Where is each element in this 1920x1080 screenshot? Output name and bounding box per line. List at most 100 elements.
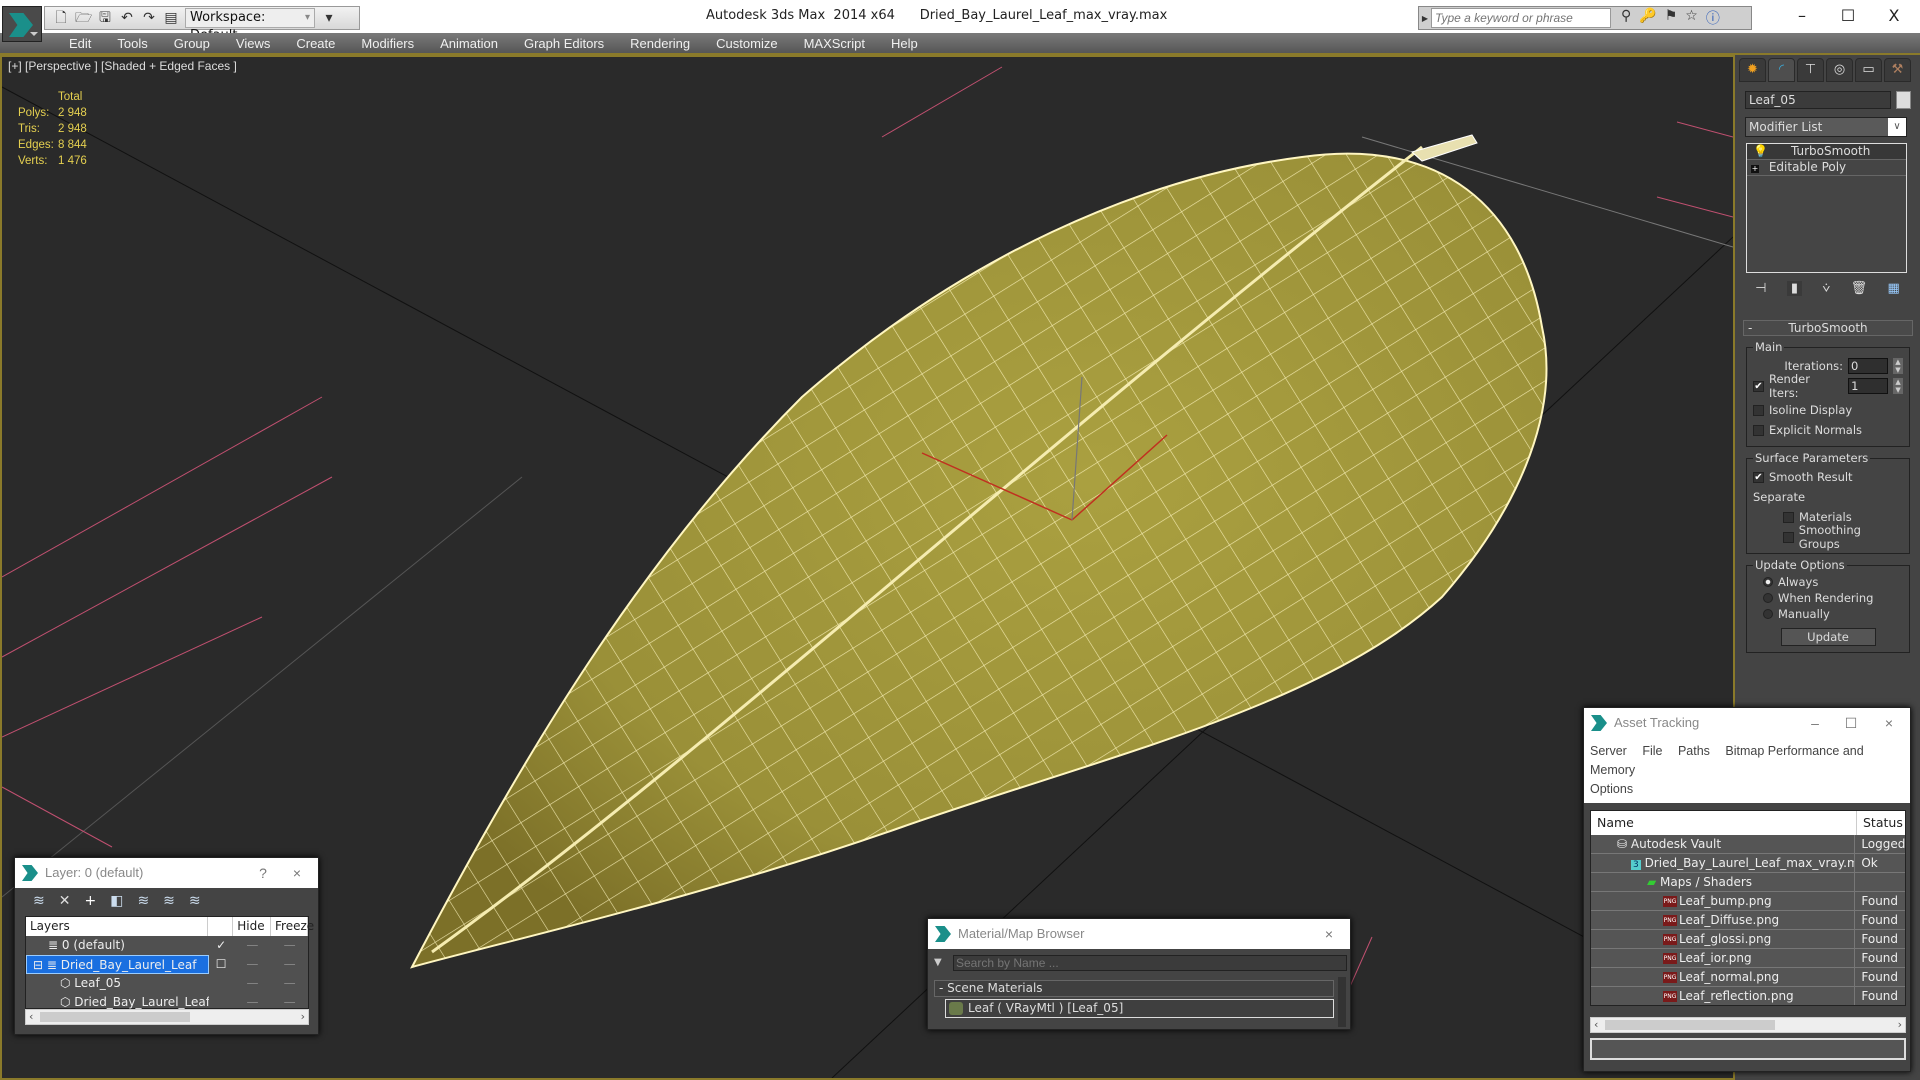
horizontal-scrollbar[interactable]: ‹ › xyxy=(25,1009,309,1025)
binoculars-icon[interactable]: ⚲ xyxy=(1621,8,1631,28)
select-layer-icon[interactable]: ≋ xyxy=(137,893,149,909)
minimize-button[interactable]: – xyxy=(1800,708,1830,738)
highlight-layer-icon[interactable]: ≋ xyxy=(163,893,175,909)
motion-tab[interactable]: ◎ xyxy=(1826,58,1853,82)
hide-toggle[interactable]: — xyxy=(234,936,272,955)
column-header-layers[interactable]: Layers xyxy=(26,917,209,936)
scene-materials-section[interactable]: - Scene Materials xyxy=(934,980,1334,997)
search-by-name-input[interactable] xyxy=(953,955,1347,971)
horizontal-scrollbar[interactable]: ‹ › xyxy=(1590,1017,1906,1033)
asset-tracking-titlebar[interactable]: Asset Tracking – ☐ × xyxy=(1584,708,1910,738)
freeze-toggle[interactable]: — xyxy=(271,936,308,955)
freeze-toggle[interactable]: — xyxy=(271,955,308,974)
menu-paths[interactable]: Paths xyxy=(1678,744,1710,758)
minimize-button[interactable]: – xyxy=(1782,4,1822,28)
make-unique-icon[interactable]: ⩒ xyxy=(1822,281,1830,296)
scroll-right-icon[interactable]: › xyxy=(301,1010,305,1024)
always-radio[interactable] xyxy=(1763,577,1773,587)
customize-toolbar-icon[interactable]: ▾ xyxy=(321,10,337,26)
render-iters-checkbox[interactable]: ✔ xyxy=(1753,380,1764,392)
smooth-result-checkbox[interactable]: ✔ xyxy=(1753,471,1764,483)
display-tab[interactable]: ▭ xyxy=(1855,58,1882,82)
stack-item-turbosmooth[interactable]: 💡 TurboSmooth xyxy=(1747,144,1906,160)
menu-views[interactable]: Views xyxy=(223,33,283,53)
select-objects-icon[interactable]: ◧ xyxy=(110,893,123,909)
vertical-scrollbar[interactable] xyxy=(1338,977,1346,1027)
menu-graph-editors[interactable]: Graph Editors xyxy=(511,33,617,53)
column-header-freeze[interactable]: Freeze xyxy=(271,917,314,936)
maximize-button[interactable]: ☐ xyxy=(1828,4,1868,28)
smoothing-groups-checkbox[interactable] xyxy=(1783,531,1794,543)
scroll-left-icon[interactable]: ‹ xyxy=(1594,1018,1598,1032)
asset-row[interactable]: 3 Dried_Bay_Laurel_Leaf_max_vray.max Ok xyxy=(1591,854,1905,873)
menu-tools[interactable]: Tools xyxy=(104,33,160,53)
add-to-layer-icon[interactable]: + xyxy=(84,893,96,909)
hide-toggle[interactable]: — xyxy=(234,955,272,974)
menu-customize[interactable]: Customize xyxy=(703,33,790,53)
material-item[interactable]: Leaf ( VRayMtl ) [Leaf_05] xyxy=(945,999,1334,1018)
object-row[interactable]: ⬡ Leaf_05 — — xyxy=(26,974,308,993)
asset-row[interactable]: PNG Leaf_Diffuse.png Found xyxy=(1591,911,1905,930)
freeze-toggle[interactable]: — xyxy=(271,974,308,993)
save-icon[interactable]: 🖫 xyxy=(97,10,113,26)
menu-bitmap-performance[interactable]: Bitmap Performance and Memory xyxy=(1590,744,1864,777)
project-icon[interactable]: ▤ xyxy=(163,10,179,26)
render-iters-spinner[interactable]: 1 xyxy=(1848,378,1889,394)
update-button[interactable]: Update xyxy=(1780,628,1876,646)
undo-icon[interactable]: ↶ xyxy=(119,10,135,26)
key-icon[interactable]: 🔑 xyxy=(1639,8,1656,28)
redo-icon[interactable]: ↷ xyxy=(141,10,157,26)
rollout-header[interactable]: - TurboSmooth xyxy=(1743,320,1913,336)
when-rendering-radio[interactable] xyxy=(1763,593,1773,603)
collapse-icon[interactable]: ⊟ xyxy=(33,958,47,972)
asset-row[interactable]: ⛁ Autodesk Vault Logged Out xyxy=(1591,835,1905,854)
expand-search-icon[interactable]: ▶ xyxy=(1419,14,1431,23)
modify-tab[interactable]: ◜ xyxy=(1768,58,1795,82)
close-button[interactable]: × xyxy=(1874,708,1904,738)
asset-path-field[interactable] xyxy=(1590,1038,1906,1060)
keyword-search-input[interactable] xyxy=(1431,8,1611,28)
layer-row[interactable]: ≣ 0 (default) ✓ — — xyxy=(26,936,308,955)
column-header-current[interactable] xyxy=(208,917,234,936)
current-layer-check[interactable]: ☐ xyxy=(209,955,234,974)
scroll-right-icon[interactable]: › xyxy=(1898,1018,1902,1032)
menu-file[interactable]: File xyxy=(1642,744,1662,758)
create-tab[interactable]: ✹ xyxy=(1739,58,1766,82)
application-button[interactable] xyxy=(2,6,42,42)
delete-layer-icon[interactable]: ✕ xyxy=(59,893,71,909)
spinner-arrows-icon[interactable]: ▲ ▼ xyxy=(1893,378,1903,394)
lightbulb-icon[interactable]: 💡 xyxy=(1753,144,1768,159)
configure-modifier-sets-icon[interactable]: ▦ xyxy=(1888,281,1900,296)
stack-item-editable-poly[interactable]: + Editable Poly xyxy=(1747,160,1906,176)
hide-toggle[interactable]: — xyxy=(234,974,272,993)
create-layer-icon[interactable]: ≋ xyxy=(33,893,45,909)
satellite-icon[interactable]: ⚑ xyxy=(1665,8,1678,28)
manually-radio[interactable] xyxy=(1763,609,1773,619)
remove-modifier-icon[interactable]: 🗑 xyxy=(1851,281,1868,296)
menu-maxscript[interactable]: MAXScript xyxy=(791,33,878,53)
menu-modifiers[interactable]: Modifiers xyxy=(348,33,427,53)
materials-checkbox[interactable] xyxy=(1783,511,1794,523)
asset-row[interactable]: PNG Leaf_ior.png Found xyxy=(1591,949,1905,968)
close-button[interactable]: × xyxy=(1314,919,1344,949)
material-browser-titlebar[interactable]: Material/Map Browser × xyxy=(928,919,1350,949)
hierarchy-tab[interactable]: ⊤ xyxy=(1797,58,1824,82)
new-icon[interactable]: 🗋 xyxy=(53,10,69,26)
spinner-arrows-icon[interactable]: ▲ ▼ xyxy=(1893,358,1903,374)
maximize-button[interactable]: ☐ xyxy=(1836,708,1866,738)
help-icon[interactable]: ⓘ xyxy=(1706,8,1720,28)
asset-row[interactable]: PNG Leaf_reflection.png Found xyxy=(1591,987,1905,1005)
column-header-hide[interactable]: Hide xyxy=(233,917,271,936)
scrollbar-thumb[interactable] xyxy=(1605,1020,1775,1030)
layer-dialog-titlebar[interactable]: Layer: 0 (default) ? × xyxy=(15,858,318,888)
isoline-display-checkbox[interactable] xyxy=(1753,404,1764,416)
asset-row[interactable]: PNG Leaf_normal.png Found xyxy=(1591,968,1905,987)
expand-icon[interactable]: + xyxy=(1751,165,1759,173)
scrollbar-thumb[interactable] xyxy=(40,1012,190,1022)
viewport-label[interactable]: [+] [Perspective ] [Shaded + Edged Faces… xyxy=(8,59,237,73)
modifier-list-dropdown[interactable]: Modifier List ∨ xyxy=(1745,117,1907,137)
utilities-tab[interactable]: ⚒ xyxy=(1884,58,1911,82)
iterations-spinner[interactable]: 0 xyxy=(1848,358,1888,374)
layer-settings-icon[interactable]: ≋ xyxy=(189,893,201,909)
menu-server[interactable]: Server xyxy=(1590,744,1627,758)
